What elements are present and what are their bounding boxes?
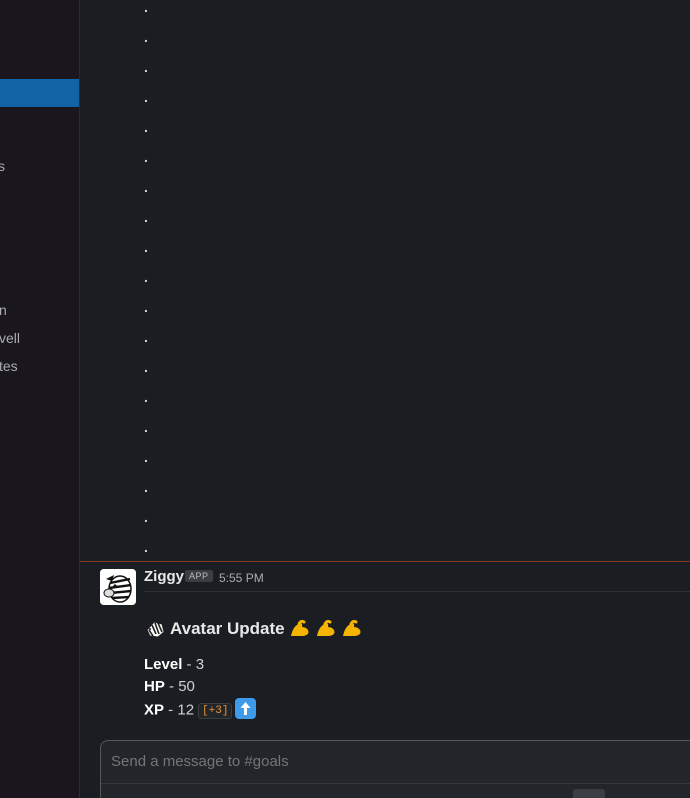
dot-message: . xyxy=(144,359,148,375)
sidebar-item[interactable]: tes xyxy=(0,356,18,376)
stat-label: HP xyxy=(144,678,165,695)
stat-value: 3 xyxy=(195,656,205,673)
composer-toolbar-divider xyxy=(101,783,690,784)
zebra-avatar-icon xyxy=(100,569,136,605)
dot-message: . xyxy=(144,119,148,135)
app-badge: APP xyxy=(185,570,213,582)
new-messages-divider xyxy=(80,561,690,562)
sidebar-item[interactable]: n xyxy=(0,300,7,320)
composer-toolbar-button[interactable] xyxy=(573,789,605,798)
stat-label: XP xyxy=(144,701,165,719)
dot-message: . xyxy=(144,149,148,165)
stat-separator: - xyxy=(164,701,178,719)
flexed-biceps-icon xyxy=(316,619,335,636)
stat-hp: HP - 50 xyxy=(144,678,195,695)
dot-message: . xyxy=(144,389,148,405)
message-title-row: Avatar Update xyxy=(144,618,363,640)
sidebar-item[interactable]: vell xyxy=(0,328,20,348)
stat-separator: - xyxy=(182,656,196,673)
stat-level: Level - 3 xyxy=(144,656,204,673)
message-pane: ................... Ziggy APP 5:55 PM Av… xyxy=(80,0,690,798)
dot-message: . xyxy=(144,179,148,195)
message-author[interactable]: Ziggy xyxy=(144,568,184,585)
stat-separator: - xyxy=(164,678,179,695)
dot-message: . xyxy=(144,329,148,345)
header-rule xyxy=(144,591,690,592)
dot-message: . xyxy=(144,29,148,45)
flexed-biceps-icon xyxy=(342,619,361,636)
dot-message: . xyxy=(144,89,148,105)
dot-message: . xyxy=(144,269,148,285)
message-input[interactable] xyxy=(111,753,671,770)
dot-message: . xyxy=(144,209,148,225)
dot-message: . xyxy=(144,449,148,465)
stat-xp: XP - 12 [+3] xyxy=(144,698,257,721)
xp-delta-code: [+3] xyxy=(198,702,233,719)
dot-message: . xyxy=(144,509,148,525)
dot-message: . xyxy=(144,239,148,255)
message-timestamp[interactable]: 5:55 PM xyxy=(219,571,264,585)
dot-message: . xyxy=(144,299,148,315)
dot-message: . xyxy=(144,539,148,555)
sidebar: s s n vell tes xyxy=(0,0,80,798)
dot-message: . xyxy=(144,0,148,15)
message-title: Avatar Update xyxy=(170,619,285,638)
dot-message: . xyxy=(144,419,148,435)
dot-message: . xyxy=(144,59,148,75)
sidebar-item[interactable]: s xyxy=(0,156,5,176)
bot-avatar[interactable] xyxy=(100,569,136,605)
zebra-icon xyxy=(146,621,165,638)
stat-value: 12 xyxy=(177,701,195,719)
dot-message: . xyxy=(144,479,148,495)
stat-value: 50 xyxy=(178,678,195,695)
sidebar-active-item[interactable] xyxy=(0,79,79,107)
message-composer[interactable] xyxy=(100,740,690,798)
flexed-biceps-icon xyxy=(290,619,309,636)
up-arrow-icon xyxy=(235,698,257,719)
stat-label: Level xyxy=(144,656,183,673)
